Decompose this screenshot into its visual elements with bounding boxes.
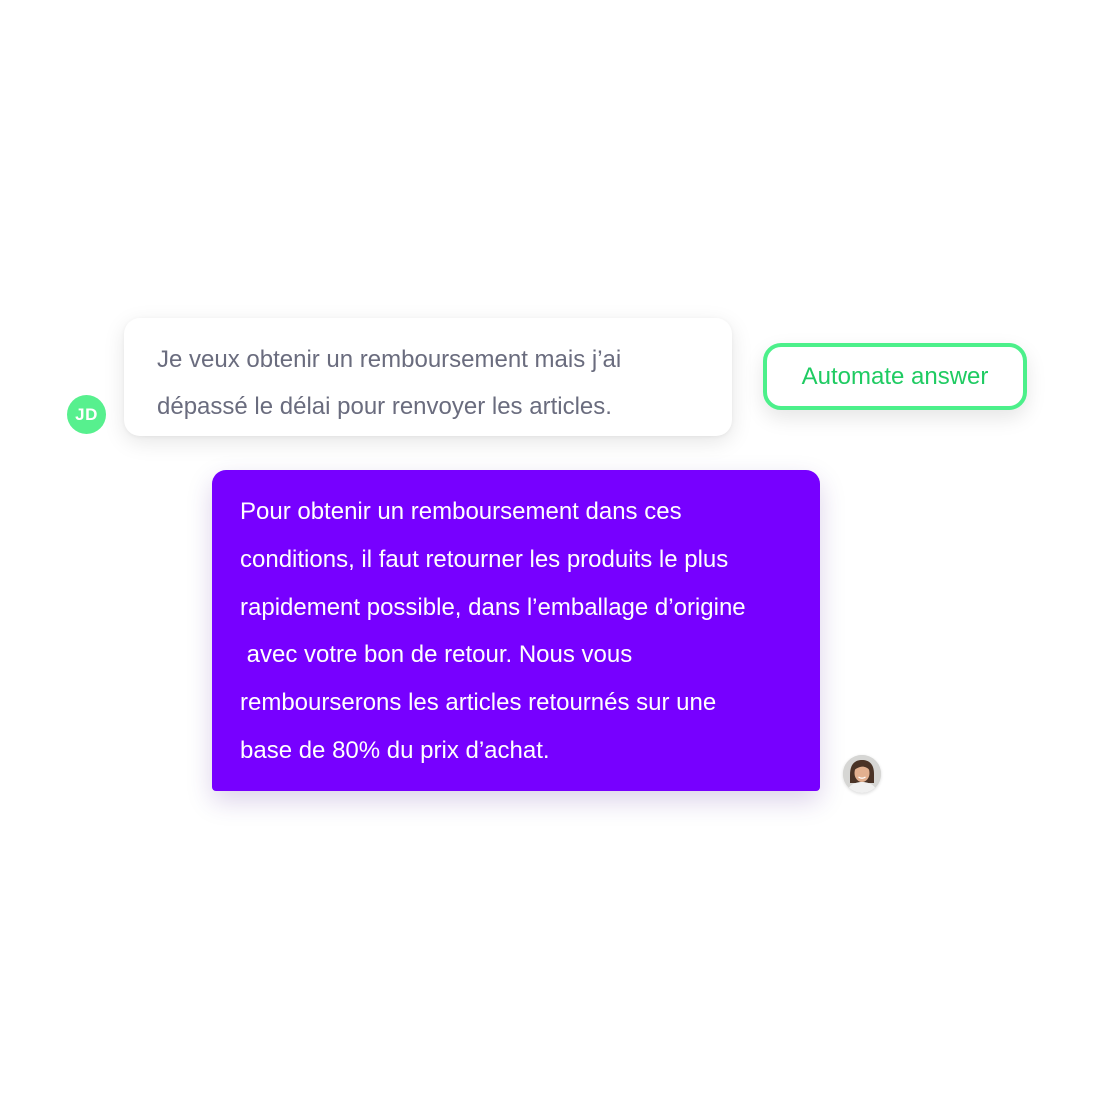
agent-photo-icon (843, 755, 881, 793)
customer-message-line-2: dépassé le délai pour renvoyer les artic… (157, 393, 612, 420)
agent-reply-line-2: conditions, il faut retourner les produi… (240, 545, 729, 573)
agent-reply-line-4: avec votre bon de retour. Nous vous (240, 641, 633, 669)
agent-reply-line-1: Pour obtenir un remboursement dans ces (240, 498, 682, 525)
automate-answer-button[interactable]: Automate answer (763, 343, 1027, 410)
agent-reply-line-6: base de 80% du prix d’achat. (240, 736, 550, 764)
agent-reply-line-3: rapidement possible, dans l’emballage d’… (240, 593, 746, 621)
agent-reply-bubble: Pour obtenir un remboursement dans ces c… (212, 470, 820, 791)
customer-avatar: JD (67, 395, 106, 434)
agent-avatar (843, 755, 881, 793)
agent-reply-line-5: rembourserons les articles retournés sur… (240, 689, 717, 717)
customer-message-line-1: Je veux obtenir un remboursement mais j’… (157, 346, 622, 373)
customer-message-bubble: Je veux obtenir un remboursement mais j’… (124, 318, 732, 436)
